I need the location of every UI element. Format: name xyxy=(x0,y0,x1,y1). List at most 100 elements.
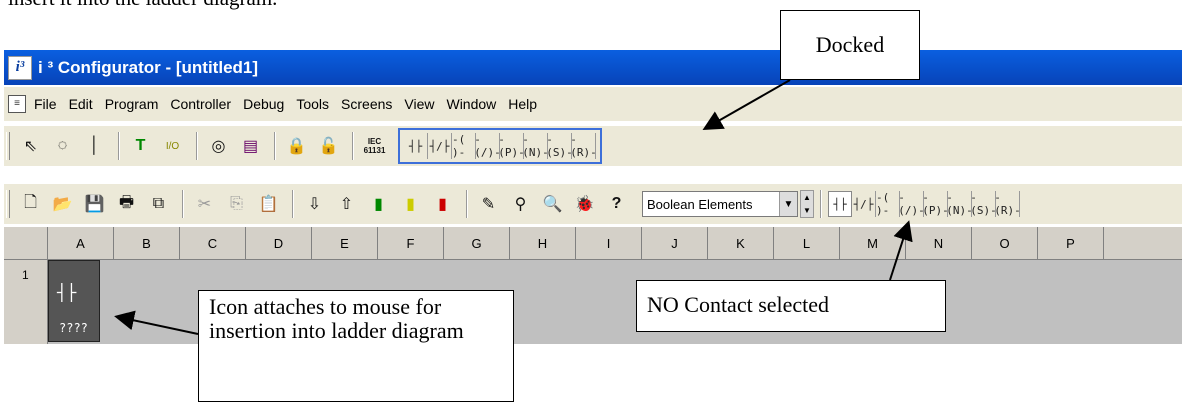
toolbar-grip[interactable] xyxy=(6,132,10,160)
upload-icon[interactable]: ⇧ xyxy=(332,190,361,219)
menu-screens[interactable]: Screens xyxy=(341,96,392,112)
paste-icon[interactable]: 📋 xyxy=(254,190,283,219)
column-header[interactable]: I xyxy=(576,227,642,259)
set-coil-button[interactable]: -(S)- xyxy=(546,133,573,159)
coil-button[interactable]: -( )- xyxy=(452,133,476,159)
io-icon[interactable]: I/O xyxy=(158,132,187,161)
contact-label: ???? xyxy=(59,321,88,335)
column-header[interactable]: M xyxy=(840,227,906,259)
column-header[interactable]: P xyxy=(1038,227,1104,259)
menu-file[interactable]: File xyxy=(34,96,57,112)
column-header[interactable]: G xyxy=(444,227,510,259)
callout-icon-attach: Icon attaches to mouse for insertion int… xyxy=(198,290,514,402)
spin-control[interactable]: ▲ ▼ xyxy=(800,190,814,218)
new-file-icon[interactable]: 🗋 xyxy=(16,190,45,219)
negated-coil-button[interactable]: -(/)- xyxy=(474,133,501,159)
column-header[interactable]: O xyxy=(972,227,1038,259)
callout-no-contact: NO Contact selected xyxy=(636,280,946,332)
column-header[interactable]: B xyxy=(114,227,180,259)
line-icon[interactable]: │ xyxy=(80,132,109,161)
settings-icon[interactable]: ◎ xyxy=(204,132,233,161)
stop-red-icon[interactable]: ▮ xyxy=(428,190,457,219)
reset-coil-button[interactable]: -(R)- xyxy=(570,133,597,159)
column-header[interactable]: H xyxy=(510,227,576,259)
find-icon[interactable]: ⚲ xyxy=(506,190,535,219)
toolbar-drawing: ⇖ ◌ │ T I/O ◎ ▤ 🔒 🔓 IEC 61131 ┤├ ┤/├ -( )… xyxy=(4,126,1182,166)
toolbar-separator xyxy=(292,190,294,218)
negative-transition-button[interactable]: -(N)- xyxy=(522,133,549,159)
column-header-row: A B C D E F G H I J K L M N O P xyxy=(4,226,1182,260)
debug-bug-icon[interactable]: 🐞 xyxy=(570,190,599,219)
column-header[interactable]: C xyxy=(180,227,246,259)
menu-view[interactable]: View xyxy=(404,96,434,112)
pause-yellow-icon[interactable]: ▮ xyxy=(396,190,425,219)
element-type-select[interactable]: Boolean Elements ▼ xyxy=(642,191,798,217)
column-header[interactable]: N xyxy=(906,227,972,259)
text-icon[interactable]: T xyxy=(126,132,155,161)
docked-ladder-toolbar: ┤├ ┤/├ -( )- -(/)- -(P)- -(N)- -(S)- -(R… xyxy=(398,128,602,164)
menu-controller[interactable]: Controller xyxy=(170,96,231,112)
toolbar-separator xyxy=(196,132,198,160)
column-header[interactable]: E xyxy=(312,227,378,259)
header-corner[interactable] xyxy=(4,227,48,259)
copy-icon[interactable]: ⎘ xyxy=(222,190,251,219)
unlock-icon[interactable]: 🔓 xyxy=(314,132,343,161)
toolbar-separator xyxy=(182,190,184,218)
menu-help[interactable]: Help xyxy=(508,96,537,112)
sheet-icon[interactable]: ▤ xyxy=(236,132,265,161)
row-header[interactable]: 1 xyxy=(4,260,48,344)
set-coil-button[interactable]: -(S)- xyxy=(970,191,997,217)
toolbar-standard: 🗋 📂 💾 🖶 ⧉ ✂ ⎘ 📋 ⇩ ⇧ ▮ ▮ ▮ ✎ ⚲ 🔍 🐞 ? Bool… xyxy=(4,184,1182,224)
doc-menu-icon[interactable]: ≡ xyxy=(8,95,26,113)
menu-window[interactable]: Window xyxy=(446,96,496,112)
column-header[interactable]: A xyxy=(48,227,114,259)
toolbar-grip[interactable] xyxy=(6,190,10,218)
positive-transition-button[interactable]: -(P)- xyxy=(498,133,525,159)
no-contact-button[interactable]: ┤├ xyxy=(828,191,852,217)
toolbar-separator xyxy=(274,132,276,160)
window-title: i ³ Configurator - [untitled1] xyxy=(38,58,259,77)
toolbar-separator xyxy=(118,132,120,160)
negated-coil-button[interactable]: -(/)- xyxy=(898,191,925,217)
coil-button[interactable]: -( )- xyxy=(876,191,900,217)
column-header[interactable]: D xyxy=(246,227,312,259)
toolbar-separator xyxy=(466,190,468,218)
column-header[interactable]: L xyxy=(774,227,840,259)
menu-tools[interactable]: Tools xyxy=(296,96,329,112)
column-header[interactable]: F xyxy=(378,227,444,259)
download-icon[interactable]: ⇩ xyxy=(300,190,329,219)
positive-transition-button[interactable]: -(P)- xyxy=(922,191,949,217)
pointer-icon[interactable]: ⇖ xyxy=(16,132,45,161)
menu-bar: ≡ File Edit Program Controller Debug Too… xyxy=(4,87,1182,121)
help-pointer-icon[interactable]: ? xyxy=(602,190,631,219)
menu-edit[interactable]: Edit xyxy=(69,96,93,112)
lasso-icon[interactable]: ◌ xyxy=(48,132,77,161)
run-green-icon[interactable]: ▮ xyxy=(364,190,393,219)
negative-transition-button[interactable]: -(N)- xyxy=(946,191,973,217)
toolbar-separator xyxy=(820,190,822,218)
edit-check-icon[interactable]: ✎ xyxy=(474,190,503,219)
dragging-contact-cell[interactable]: ┤├ ???? xyxy=(48,260,100,342)
ladder-grid[interactable]: 1 ┤├ ???? xyxy=(4,260,1182,344)
windows-icon[interactable]: ⧉ xyxy=(144,190,173,219)
save-icon[interactable]: 💾 xyxy=(80,190,109,219)
menu-debug[interactable]: Debug xyxy=(243,96,284,112)
nc-contact-button[interactable]: ┤/├ xyxy=(428,133,452,159)
column-header[interactable]: K xyxy=(708,227,774,259)
app-logo-icon: i³ xyxy=(8,55,32,80)
cut-icon[interactable]: ✂ xyxy=(190,190,219,219)
chevron-down-icon[interactable]: ▼ xyxy=(779,192,797,216)
no-contact-button[interactable]: ┤├ xyxy=(404,133,428,159)
element-type-value: Boolean Elements xyxy=(647,196,753,212)
menu-program[interactable]: Program xyxy=(105,96,159,112)
column-header[interactable]: J xyxy=(642,227,708,259)
toolbar-separator xyxy=(352,132,354,160)
iec-61131-icon[interactable]: IEC 61131 xyxy=(360,132,389,161)
row-number: 1 xyxy=(22,268,29,282)
print-icon[interactable]: 🖶 xyxy=(112,190,141,219)
open-folder-icon[interactable]: 📂 xyxy=(48,190,77,219)
lock-icon[interactable]: 🔒 xyxy=(282,132,311,161)
reset-coil-button[interactable]: -(R)- xyxy=(994,191,1021,217)
zoom-icon[interactable]: 🔍 xyxy=(538,190,567,219)
nc-contact-button[interactable]: ┤/├ xyxy=(852,191,876,217)
